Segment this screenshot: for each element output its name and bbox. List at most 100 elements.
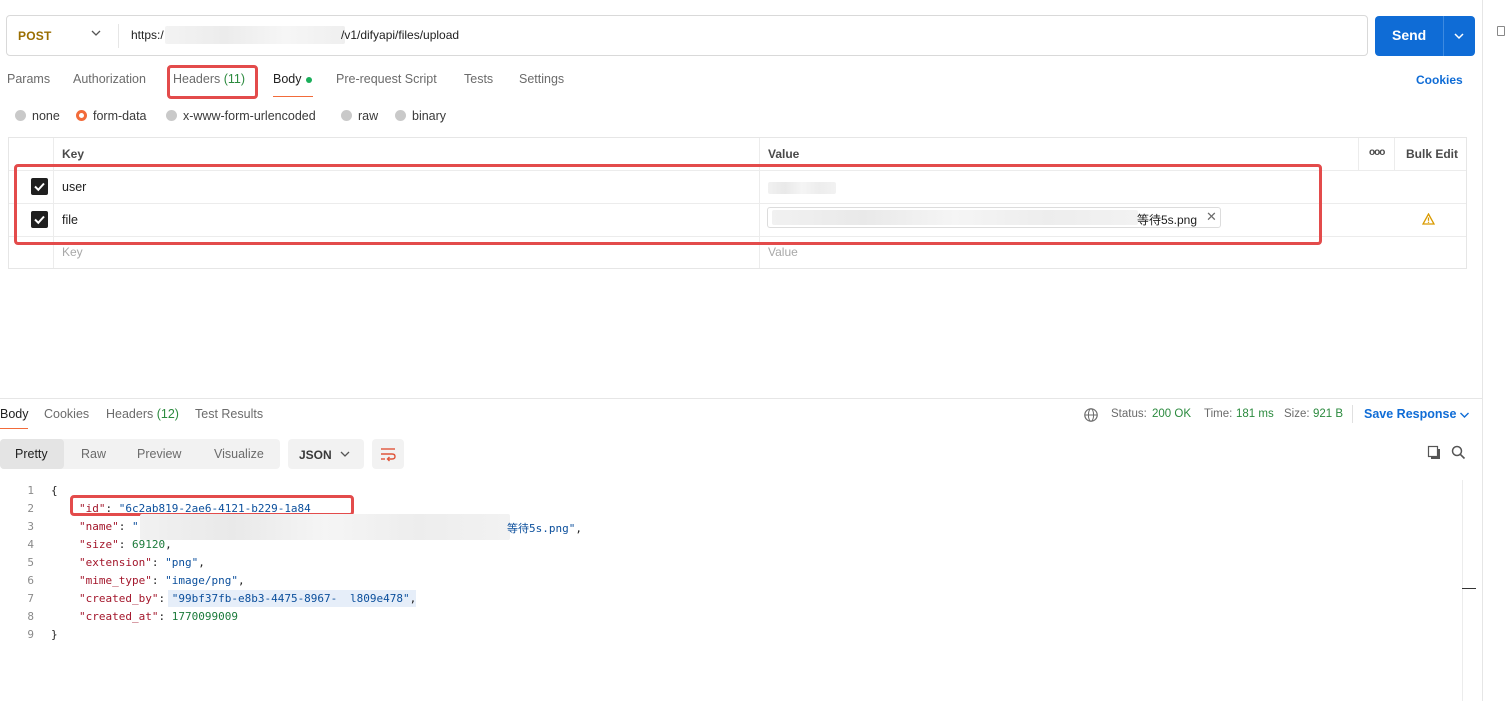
copy-icon[interactable] bbox=[1427, 445, 1442, 460]
response-divider bbox=[0, 398, 1482, 399]
json-value-start: " bbox=[132, 520, 139, 533]
new-key-input[interactable]: Key bbox=[62, 245, 83, 259]
radio-raw-label[interactable]: raw bbox=[358, 109, 378, 123]
chevron-down-icon[interactable] bbox=[1459, 410, 1470, 420]
response-tab-headers[interactable]: Headers (12) bbox=[106, 407, 179, 421]
cookies-link[interactable]: Cookies bbox=[1416, 73, 1463, 87]
document-icon[interactable] bbox=[1497, 26, 1505, 36]
size-label: Size: bbox=[1284, 408, 1310, 420]
json-value: "png" bbox=[165, 556, 199, 569]
response-tab-test-results[interactable]: Test Results bbox=[195, 407, 263, 421]
wrap-lines-button[interactable] bbox=[372, 439, 404, 469]
json-line-created-by[interactable]: "created_by": "99bf37fb-e8b3-4475-8967- bbox=[79, 592, 337, 605]
radio-none[interactable] bbox=[15, 110, 26, 121]
radio-raw[interactable] bbox=[341, 110, 352, 121]
line-number: 5 bbox=[27, 556, 34, 569]
send-button[interactable]: Send bbox=[1375, 16, 1475, 56]
time-value[interactable]: 181 ms bbox=[1236, 408, 1274, 420]
view-mode-raw[interactable]: Raw bbox=[81, 447, 106, 461]
line-number: 6 bbox=[27, 574, 34, 587]
highlight-headers bbox=[167, 65, 258, 99]
tab-body[interactable]: Body bbox=[273, 72, 302, 86]
line-number: 7 bbox=[27, 592, 34, 605]
radio-binary[interactable] bbox=[395, 110, 406, 121]
response-tab-body[interactable]: Body bbox=[0, 407, 29, 421]
size-value[interactable]: 921 B bbox=[1313, 408, 1343, 420]
radio-form-data[interactable] bbox=[76, 110, 87, 121]
new-value-input[interactable]: Value bbox=[768, 245, 798, 259]
view-mode-preview[interactable]: Preview bbox=[137, 447, 181, 461]
json-key: "created_by" bbox=[79, 592, 159, 605]
status-divider bbox=[1352, 405, 1353, 423]
view-mode-switcher: Pretty Raw Preview Visualize bbox=[0, 439, 280, 469]
tab-authorization[interactable]: Authorization bbox=[73, 72, 146, 86]
json-key: "size" bbox=[79, 538, 119, 551]
pane-border bbox=[1482, 0, 1483, 701]
radio-urlencoded-label[interactable]: x-www-form-urlencoded bbox=[183, 109, 316, 123]
tab-settings[interactable]: Settings bbox=[519, 72, 564, 86]
method-select[interactable]: POST bbox=[18, 29, 51, 43]
warning-icon[interactable] bbox=[1422, 213, 1435, 225]
format-select-value: JSON bbox=[299, 448, 332, 462]
table-divider bbox=[1394, 138, 1395, 170]
table-divider bbox=[1358, 138, 1359, 170]
json-line-created-by-end: l809e478", bbox=[350, 592, 417, 605]
tab-params[interactable]: Params bbox=[7, 72, 50, 86]
radio-binary-label[interactable]: binary bbox=[412, 109, 446, 123]
column-header-value: Value bbox=[768, 147, 800, 161]
radio-form-data-label[interactable]: form-data bbox=[93, 109, 147, 123]
scrollbar[interactable] bbox=[1462, 480, 1463, 701]
save-response-button[interactable]: Save Response bbox=[1364, 407, 1456, 421]
url-input[interactable]: /v1/difyapi/files/upload bbox=[341, 28, 459, 42]
tab-tests[interactable]: Tests bbox=[464, 72, 493, 86]
chevron-down-icon[interactable] bbox=[91, 28, 101, 38]
radio-none-label[interactable]: none bbox=[32, 109, 60, 123]
active-tab-indicator bbox=[0, 428, 28, 429]
url-divider bbox=[118, 24, 119, 48]
json-value: "image/png" bbox=[165, 574, 238, 587]
format-select[interactable]: JSON bbox=[288, 439, 364, 469]
url-prefix[interactable]: https:/ bbox=[131, 28, 164, 42]
column-header-key: Key bbox=[62, 147, 85, 161]
radio-urlencoded[interactable] bbox=[166, 110, 177, 121]
json-line-size[interactable]: "size": 69120, bbox=[79, 538, 172, 551]
tab-prerequest-script[interactable]: Pre-request Script bbox=[336, 72, 437, 86]
response-headers-count: (12) bbox=[156, 407, 179, 421]
globe-icon[interactable] bbox=[1083, 407, 1099, 423]
json-line-name[interactable]: "name": " bbox=[79, 520, 139, 533]
more-options-button[interactable]: ooo bbox=[1369, 147, 1385, 158]
json-value: 69120 bbox=[132, 538, 166, 551]
json-value-end: l809e478" bbox=[350, 592, 410, 605]
url-bar: POST https:/ /v1/difyapi/files/upload bbox=[6, 15, 1368, 56]
scrollbar-thumb[interactable] bbox=[1462, 588, 1476, 589]
json-line-name-end: 等待5s.png", bbox=[507, 522, 582, 535]
json-line-created-at[interactable]: "created_at": 1770099009 bbox=[79, 610, 238, 623]
json-value-start: "99bf37fb-e8b3-4475-8967- bbox=[171, 592, 338, 605]
json-key: "name" bbox=[79, 520, 119, 533]
json-value-end: 等待5s.png" bbox=[507, 522, 576, 535]
chevron-down-icon[interactable] bbox=[1453, 30, 1465, 42]
chevron-down-icon bbox=[340, 451, 350, 457]
wrap-lines-icon bbox=[381, 448, 396, 462]
json-open-brace: { bbox=[51, 484, 58, 497]
time-label: Time: bbox=[1204, 408, 1233, 420]
json-key: "mime_type" bbox=[79, 574, 152, 587]
highlight-form-rows bbox=[14, 164, 1322, 245]
json-value: 1770099009 bbox=[171, 610, 238, 623]
status-value[interactable]: 200 OK bbox=[1152, 408, 1191, 420]
highlight-id bbox=[70, 495, 354, 516]
view-mode-pretty-label[interactable]: Pretty bbox=[15, 447, 48, 461]
send-label: Send bbox=[1392, 27, 1427, 43]
json-key: "created_at" bbox=[79, 610, 159, 623]
json-line-mime-type[interactable]: "mime_type": "image/png", bbox=[79, 574, 245, 587]
line-number: 1 bbox=[27, 484, 34, 497]
line-number: 9 bbox=[27, 628, 34, 641]
json-line-extension[interactable]: "extension": "png", bbox=[79, 556, 205, 569]
status-label: Status: bbox=[1111, 408, 1147, 420]
json-close-brace: } bbox=[51, 628, 58, 641]
search-icon[interactable] bbox=[1451, 445, 1466, 460]
bulk-edit-button[interactable]: Bulk Edit bbox=[1406, 147, 1458, 161]
response-tab-headers-label: Headers bbox=[106, 407, 154, 421]
response-tab-cookies[interactable]: Cookies bbox=[44, 407, 89, 421]
view-mode-visualize[interactable]: Visualize bbox=[214, 447, 264, 461]
